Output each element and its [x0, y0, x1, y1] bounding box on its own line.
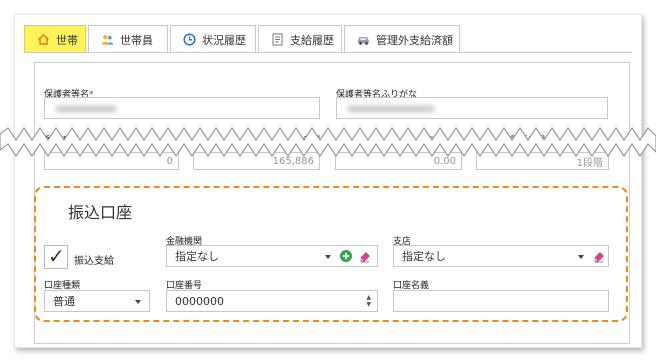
tab-label: 管理外支給済額	[376, 33, 453, 47]
add-institution-button[interactable]	[340, 250, 352, 262]
tab-external-paid-amount[interactable]: 管理外支給済額	[344, 25, 460, 53]
plus-icon	[342, 252, 350, 260]
branch-select[interactable]: 指定なし	[393, 245, 609, 267]
chevron-down-icon	[135, 300, 141, 304]
vehicle-icon	[357, 33, 370, 46]
tab-household[interactable]: 世帯	[24, 25, 86, 53]
home-icon	[37, 33, 50, 46]
tab-bar-underline	[24, 52, 632, 53]
phone-field[interactable]: 1段階	[476, 152, 609, 170]
postal-code-label: 郵便番号	[44, 136, 81, 146]
account-number-stepper[interactable]: 0000000 ▲ ▼	[166, 290, 378, 312]
number-label: 番号	[303, 136, 322, 146]
phone-label: 電話番号	[510, 136, 547, 146]
checkmark-icon: ✓	[48, 244, 65, 268]
stepper-arrows-icon[interactable]: ▲ ▼	[366, 294, 371, 308]
document-icon	[271, 33, 284, 46]
tab-household-members[interactable]: 世帯員	[88, 25, 168, 53]
eraser-icon[interactable]	[592, 249, 606, 266]
code-label: コード	[407, 136, 435, 146]
eraser-icon[interactable]	[358, 249, 372, 266]
tab-label: 世帯員	[120, 33, 153, 47]
transfer-payment-label: 振込支給	[74, 256, 114, 267]
code-field[interactable]: 0.00	[335, 152, 462, 170]
postal-code-field[interactable]: 0	[44, 152, 179, 170]
people-icon	[101, 33, 114, 46]
guardian-name-field[interactable]	[44, 97, 320, 119]
tab-label: 状況履歴	[202, 33, 246, 47]
tab-status-history[interactable]: 状況履歴	[170, 25, 256, 53]
transfer-payment-checkbox[interactable]: ✓	[44, 244, 68, 269]
account-holder-field[interactable]	[393, 290, 609, 312]
bank-section-title: 振込口座	[68, 203, 133, 222]
tab-label: 支給履歴	[290, 33, 334, 47]
number-field[interactable]: 165,886	[193, 152, 320, 170]
tab-label: 世帯	[56, 33, 78, 47]
chevron-down-icon	[578, 255, 584, 259]
chevron-down-icon	[325, 255, 331, 259]
guardian-kana-field[interactable]	[336, 97, 608, 119]
tab-payment-history[interactable]: 支給履歴	[258, 25, 342, 53]
clock-icon	[183, 33, 196, 46]
account-type-select[interactable]: 普通	[44, 290, 150, 312]
